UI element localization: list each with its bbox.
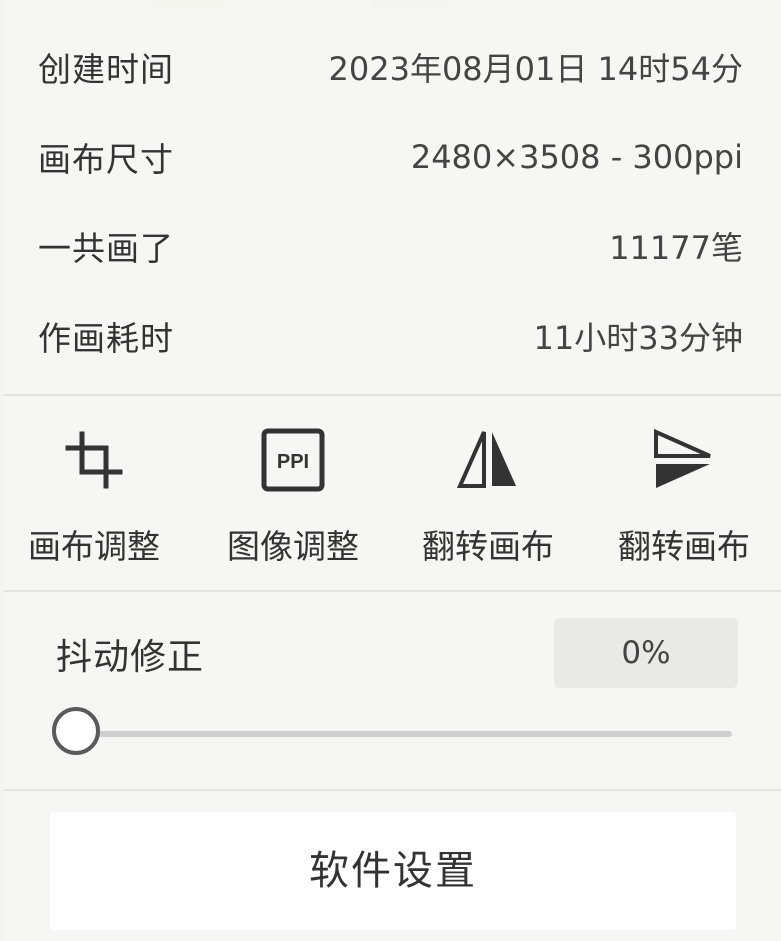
tool-label: 翻转画布 xyxy=(422,527,554,566)
info-label: 一共画了 xyxy=(38,229,174,268)
info-row-drawing-time: 作画耗时 11小时33分钟 xyxy=(4,291,781,381)
info-label: 作画耗时 xyxy=(38,319,174,358)
info-value: 2023年08月01日 14时54分 xyxy=(328,50,744,88)
flip-horizontal-button[interactable]: 翻转画布 xyxy=(398,420,578,570)
info-row-canvas-size: 画布尺寸 2480×3508 - 300ppi xyxy=(4,112,781,202)
stabilizer-slider-track[interactable] xyxy=(80,731,732,737)
info-row-stroke-count: 一共画了 11177笔 xyxy=(4,201,781,291)
canvas-info-panel: 创建时间 2023年08月01日 14时54分 画布尺寸 2480×3508 -… xyxy=(4,0,781,941)
ppi-icon: PPI xyxy=(261,428,325,492)
info-row-created-time: 创建时间 2023年08月01日 14时54分 xyxy=(4,22,781,112)
stabilizer-label: 抖动修正 xyxy=(56,637,205,678)
divider xyxy=(4,590,781,592)
ppi-icon-text: PPI xyxy=(277,451,309,473)
flip-vertical-button[interactable]: 翻转画布 xyxy=(594,420,774,570)
tool-label: 画布调整 xyxy=(28,527,160,566)
info-label: 创建时间 xyxy=(38,50,174,89)
image-adjust-button[interactable]: PPI 图像调整 xyxy=(203,420,383,570)
flip-horizontal-icon xyxy=(456,431,516,488)
canvas-adjust-button[interactable]: 画布调整 xyxy=(4,420,184,570)
software-settings-button[interactable]: 软件设置 xyxy=(50,812,736,930)
stabilizer-slider-knob[interactable] xyxy=(52,707,100,755)
info-value: 2480×3508 - 300ppi xyxy=(410,138,743,176)
stabilizer-value-field[interactable]: 0% xyxy=(554,618,738,688)
crop-icon xyxy=(65,431,123,489)
tool-label: 翻转画布 xyxy=(618,527,750,566)
info-value: 11小时33分钟 xyxy=(533,319,743,357)
divider xyxy=(4,789,781,791)
tool-label: 图像调整 xyxy=(227,527,359,566)
info-value: 11177笔 xyxy=(609,229,743,267)
info-label: 画布尺寸 xyxy=(38,140,174,179)
flip-vertical-icon xyxy=(654,428,711,488)
divider xyxy=(4,394,781,396)
